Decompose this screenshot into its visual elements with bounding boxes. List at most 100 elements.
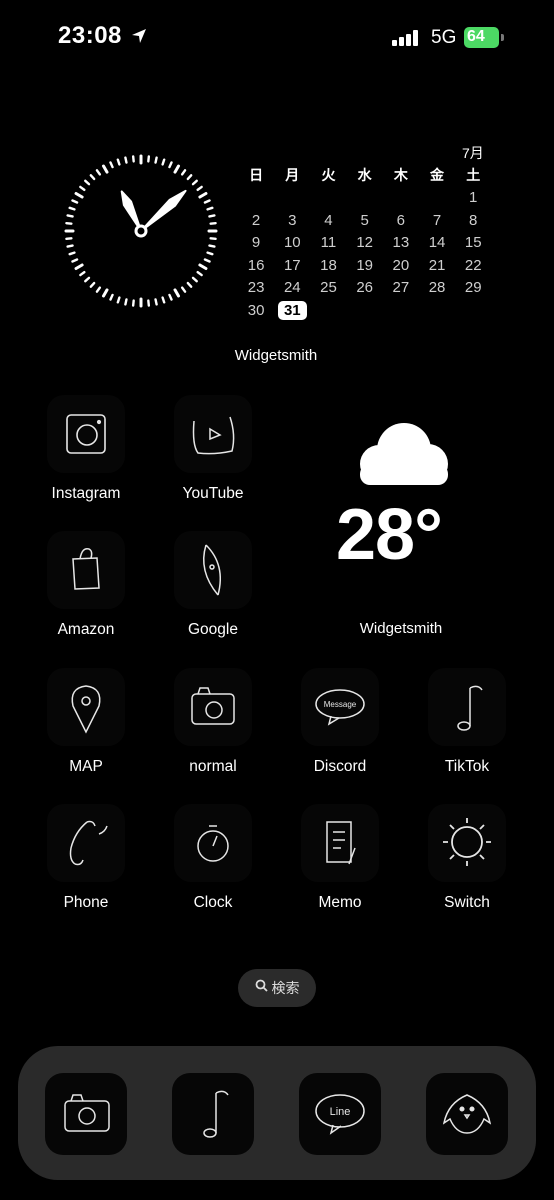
battery-level: 64 <box>467 28 485 45</box>
dock-app-bird[interactable] <box>426 1073 508 1155</box>
clock-tick <box>131 299 135 307</box>
clock-tick <box>173 164 180 174</box>
line-icon-text: Line <box>330 1106 351 1118</box>
clock-tick <box>74 192 84 199</box>
weekday-label: 火 <box>321 167 336 184</box>
message-bubble-text: Message <box>324 700 357 709</box>
calendar-day: 7 <box>432 211 442 229</box>
app-discord[interactable]: Message Discord <box>285 668 395 776</box>
clock-icon <box>174 804 252 882</box>
calendar-widget[interactable]: 日 月 火 水 木 金 土 1 2 3 4 5 6 7 8 9 10 11 12 13 14 15 16 17 1… <box>238 164 492 322</box>
calendar-weekday-row: 日 月 火 水 木 金 土 <box>238 164 492 187</box>
app-memo[interactable]: Memo <box>285 804 395 912</box>
clock-tick <box>161 158 166 166</box>
calendar-week-row: 9 10 11 12 13 14 15 <box>238 232 492 255</box>
location-arrow-icon <box>130 27 148 50</box>
app-map[interactable]: MAP <box>31 668 141 776</box>
app-normal[interactable]: normal <box>158 668 268 776</box>
battery-indicator: 64 <box>464 27 504 48</box>
clock-tick <box>95 286 102 293</box>
app-tiktok[interactable]: TikTok <box>412 668 522 776</box>
calendar-day: 10 <box>283 234 301 252</box>
dock-app-music[interactable] <box>172 1073 254 1155</box>
shopping-bag-icon <box>47 531 125 609</box>
calendar-today: 31 <box>277 300 307 320</box>
calendar-week-row: 2 3 4 5 6 7 8 <box>238 209 492 232</box>
message-bubble-icon: Message <box>301 668 379 746</box>
youtube-icon <box>174 395 252 473</box>
weather-temperature[interactable]: 28° <box>336 494 443 576</box>
calendar-day: 2 <box>251 211 261 229</box>
calendar-month: 7月 <box>462 145 484 161</box>
widget-label: Widgetsmith <box>234 347 318 364</box>
app-switch[interactable]: Switch <box>412 804 522 912</box>
clock-tick <box>74 263 84 270</box>
dock-app-camera[interactable] <box>45 1073 127 1155</box>
calendar-day: 5 <box>360 211 369 229</box>
calendar-day: 1 <box>469 189 478 207</box>
app-clock[interactable]: Clock <box>158 804 268 912</box>
clock-tick <box>131 155 135 163</box>
calendar-day: 25 <box>320 279 337 297</box>
calendar-week-row: 30 31 <box>238 299 492 322</box>
calendar-day: 12 <box>356 234 373 252</box>
memo-icon <box>301 804 379 882</box>
sun-icon <box>428 804 506 882</box>
search-button[interactable]: 検索 <box>238 969 316 1007</box>
weekday-label: 土 <box>466 167 481 184</box>
app-label: Memo <box>318 894 362 911</box>
clock-tick <box>208 244 216 248</box>
app-youtube[interactable]: YouTube <box>158 395 268 503</box>
app-amazon[interactable]: Amazon <box>31 531 141 639</box>
app-label: TikTok <box>444 758 490 775</box>
app-label: Google <box>188 621 238 638</box>
clock-tick <box>65 237 73 241</box>
dock-app-line[interactable]: Line <box>299 1073 381 1155</box>
clock-tick <box>89 174 96 181</box>
camera-icon <box>174 668 252 746</box>
clock-tick <box>79 185 86 192</box>
calendar-day: 20 <box>392 256 410 274</box>
calendar-day: 6 <box>396 211 406 229</box>
analog-clock-widget[interactable] <box>63 153 219 309</box>
calendar-week-row: 23 24 25 26 27 28 29 <box>238 277 492 300</box>
widget-label: Widgetsmith <box>359 620 443 637</box>
app-instagram[interactable]: Instagram <box>31 395 141 503</box>
clock-tick <box>154 298 158 306</box>
clock-tick <box>71 258 79 263</box>
calendar-day: 4 <box>324 211 333 229</box>
app-label: YouTube <box>182 485 244 502</box>
clock-tick <box>102 288 109 298</box>
calendar-day: 30 <box>247 301 265 319</box>
cellular-signal-icon <box>392 30 420 51</box>
calendar-day: 15 <box>464 234 482 252</box>
calendar-day: 16 <box>247 256 265 274</box>
clock-tick <box>84 179 91 186</box>
app-label: Discord <box>313 758 367 775</box>
calendar-week-row: 16 17 18 19 20 21 22 <box>238 254 492 277</box>
calendar-day: 19 <box>356 256 373 274</box>
search-label: 検索 <box>271 980 300 996</box>
app-label: Amazon <box>57 621 115 638</box>
clock-tick <box>124 156 128 164</box>
app-phone[interactable]: Phone <box>31 804 141 912</box>
clock-tick <box>198 192 208 199</box>
clock-tick <box>209 237 217 241</box>
clock-tick <box>206 251 214 256</box>
clock-tick <box>124 298 128 306</box>
clock-tick <box>191 276 198 283</box>
calendar-week-row: 1 <box>238 187 492 210</box>
clock-tick <box>109 293 114 301</box>
clock-tick <box>68 206 76 211</box>
clock-tick <box>196 185 203 192</box>
calendar-day: 18 <box>320 256 337 274</box>
clock-tick <box>173 288 180 298</box>
clock-tick <box>116 296 121 304</box>
clock-tick <box>71 199 79 204</box>
app-google[interactable]: Google <box>158 531 268 639</box>
clock-tick <box>203 258 211 263</box>
clock-tick <box>209 221 217 225</box>
clock-center <box>134 224 148 238</box>
map-pin-icon <box>47 668 125 746</box>
calendar-day: 22 <box>464 256 482 274</box>
